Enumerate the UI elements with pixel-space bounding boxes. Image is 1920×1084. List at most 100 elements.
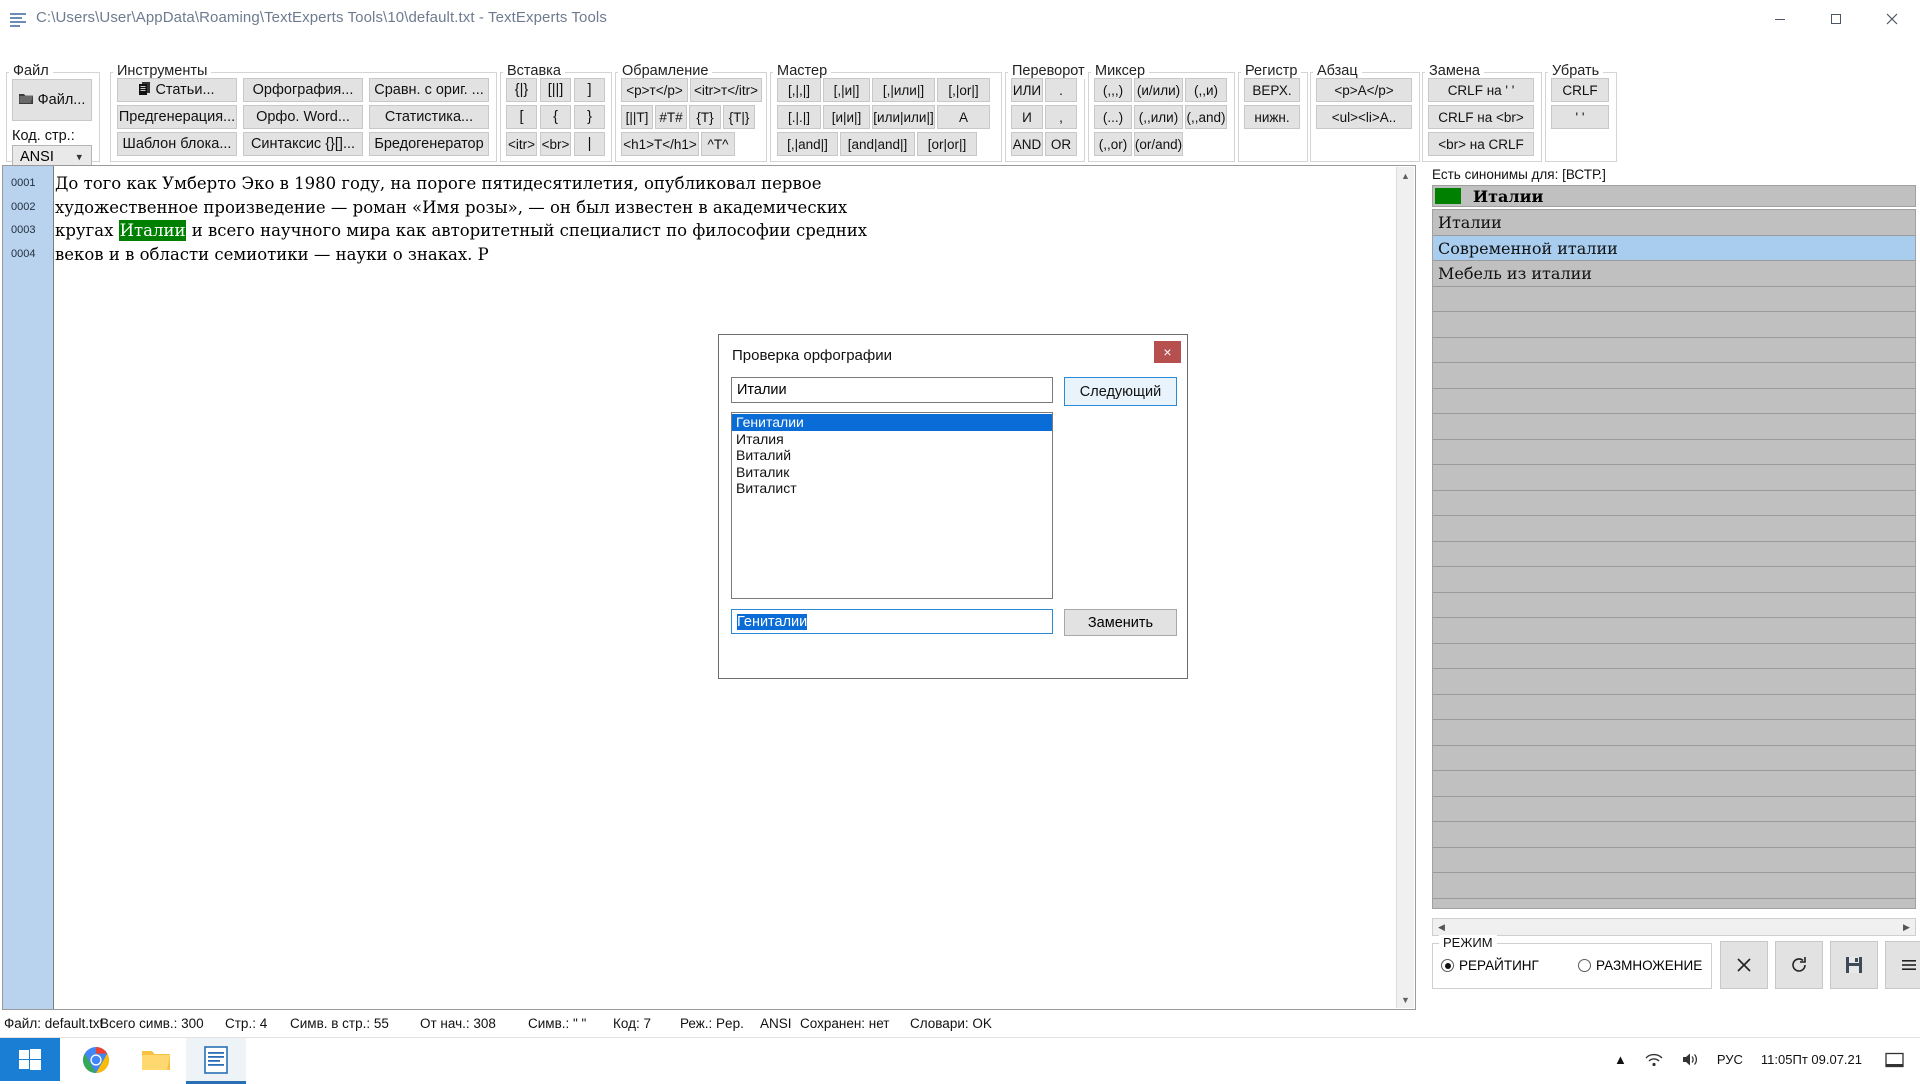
next-button[interactable]: Следующий bbox=[1064, 377, 1177, 406]
master-button-4[interactable]: [.|.|] bbox=[777, 105, 821, 129]
flip-button-2[interactable]: И bbox=[1011, 105, 1043, 129]
synonym-item[interactable] bbox=[1433, 363, 1915, 389]
maximize-button[interactable] bbox=[1808, 0, 1864, 38]
synonym-item[interactable] bbox=[1433, 516, 1915, 542]
master-button-0[interactable]: [,|,|] bbox=[777, 78, 821, 102]
misspelled-word-input[interactable]: Италии bbox=[731, 377, 1053, 403]
suggestion-item[interactable]: Виталик bbox=[732, 464, 1052, 481]
tool-button-compare[interactable]: Сравн. с ориг. ... bbox=[369, 78, 489, 102]
synonym-item[interactable] bbox=[1433, 491, 1915, 516]
insert-button-4[interactable]: { bbox=[540, 105, 571, 129]
synonym-item[interactable] bbox=[1433, 567, 1915, 593]
master-button-6[interactable]: [или|или|] bbox=[872, 105, 935, 129]
replace-button-br-crlf[interactable]: <br> на CRLF bbox=[1428, 132, 1534, 156]
synonym-item[interactable] bbox=[1433, 593, 1915, 618]
close-action-button[interactable] bbox=[1720, 941, 1768, 989]
scroll-down-icon[interactable]: ▼ bbox=[1397, 991, 1414, 1008]
suggestions-list[interactable]: Гениталии Италия Виталий Виталик Виталист bbox=[731, 412, 1053, 599]
insert-button-2[interactable]: ] bbox=[574, 78, 605, 102]
synonym-item[interactable] bbox=[1433, 644, 1915, 669]
remove-button-crlf[interactable]: CRLF bbox=[1551, 78, 1609, 102]
suggestion-item[interactable]: Виталий bbox=[732, 447, 1052, 464]
paragraph-button-p[interactable]: <p>A</p> bbox=[1316, 78, 1412, 102]
flip-button-3[interactable]: , bbox=[1045, 105, 1077, 129]
scroll-up-icon[interactable]: ▲ bbox=[1397, 167, 1414, 184]
insert-button-3[interactable]: [ bbox=[506, 105, 537, 129]
suggestion-item[interactable]: Италия bbox=[732, 431, 1052, 448]
editor-line[interactable]: 0002 художественное произведение — роман… bbox=[3, 196, 1363, 220]
radio-multiplication[interactable]: РАЗМНОЖЕНИЕ bbox=[1578, 958, 1702, 973]
synonym-item[interactable] bbox=[1433, 465, 1915, 491]
scroll-left-icon[interactable]: ◀ bbox=[1433, 919, 1450, 935]
synonym-item[interactable] bbox=[1433, 695, 1915, 720]
mixer-button-7[interactable]: (or/and) bbox=[1134, 132, 1183, 156]
synonym-item[interactable] bbox=[1433, 771, 1915, 797]
replace-button-crlf-br[interactable]: CRLF на <br> bbox=[1428, 105, 1534, 129]
close-button[interactable] bbox=[1864, 0, 1920, 38]
save-action-button[interactable] bbox=[1830, 941, 1878, 989]
radio-rewriting[interactable]: РЕРАЙТИНГ bbox=[1441, 958, 1539, 973]
editor-line[interactable]: 0003 кругах Италии и всего научного мира… bbox=[3, 219, 1363, 243]
tool-button-block-template[interactable]: Шаблон блока... bbox=[117, 132, 237, 156]
master-button-10[interactable]: [or|or|] bbox=[917, 132, 977, 156]
open-file-button[interactable]: Файл... bbox=[12, 79, 92, 121]
replace-button[interactable]: Заменить bbox=[1064, 609, 1177, 636]
tool-button-spelling[interactable]: Орфография... bbox=[243, 78, 363, 102]
replacement-input[interactable]: Гениталии bbox=[731, 609, 1053, 634]
synonym-item[interactable] bbox=[1433, 746, 1915, 771]
synonym-item[interactable] bbox=[1433, 542, 1915, 567]
case-button-upper[interactable]: ВЕРХ. bbox=[1244, 78, 1300, 102]
synonym-item[interactable] bbox=[1433, 414, 1915, 440]
synonym-item[interactable] bbox=[1433, 848, 1915, 873]
menu-action-button[interactable] bbox=[1885, 941, 1920, 989]
synonym-item[interactable] bbox=[1433, 822, 1915, 848]
synonyms-list[interactable]: Италии Современной италии Мебель из италии bbox=[1432, 209, 1916, 909]
mixer-button-1[interactable]: (и/или) bbox=[1134, 78, 1183, 102]
text-editor[interactable]: 0001 До того как Умберто Эко в 1980 году… bbox=[2, 165, 1416, 1010]
synonym-item[interactable]: Современной италии bbox=[1433, 235, 1915, 261]
suggestion-item[interactable]: Виталист bbox=[732, 480, 1052, 497]
tool-button-syntax[interactable]: Синтаксис {}[]... bbox=[243, 132, 363, 156]
editor-line[interactable]: 0004 веков и в области семиотики — науки… bbox=[3, 243, 1363, 267]
tool-button-statistics[interactable]: Статистика... bbox=[369, 105, 489, 129]
editor-vertical-scrollbar[interactable]: ▲ ▼ bbox=[1396, 167, 1414, 1008]
master-button-7[interactable]: А bbox=[937, 105, 990, 129]
synonym-item[interactable] bbox=[1433, 720, 1915, 746]
mixer-button-3[interactable]: (...) bbox=[1094, 105, 1132, 129]
mixer-button-4[interactable]: (,,или) bbox=[1134, 105, 1183, 129]
tool-button-articles[interactable]: Статьи... bbox=[117, 78, 237, 102]
start-button[interactable] bbox=[0, 1038, 60, 1081]
clock[interactable]: 11:05 Пт 09.07.21 bbox=[1761, 1052, 1862, 1067]
editor-line[interactable]: 0001 До того как Умберто Эко в 1980 году… bbox=[3, 172, 1363, 196]
taskbar-browser-icon[interactable] bbox=[66, 1038, 126, 1081]
frame-button-4[interactable]: {Т} bbox=[689, 105, 721, 129]
insert-button-5[interactable]: } bbox=[574, 105, 605, 129]
insert-button-0[interactable]: {|} bbox=[506, 78, 537, 102]
mixer-button-5[interactable]: (,,and) bbox=[1185, 105, 1227, 129]
synonym-item[interactable]: Мебель из италии bbox=[1433, 261, 1915, 287]
insert-button-1[interactable]: [||] bbox=[540, 78, 571, 102]
frame-button-3[interactable]: #Т# bbox=[655, 105, 687, 129]
frame-button-5[interactable]: {Т|} bbox=[723, 105, 755, 129]
tool-button-pregeneration[interactable]: Предгенерация... bbox=[117, 105, 237, 129]
mixer-button-0[interactable]: (,,,) bbox=[1094, 78, 1132, 102]
flip-button-4[interactable]: AND bbox=[1011, 132, 1043, 156]
flip-button-0[interactable]: ИЛИ bbox=[1011, 78, 1043, 102]
master-button-5[interactable]: [и|и|] bbox=[823, 105, 870, 129]
tray-expand-icon[interactable]: ▲ bbox=[1614, 1052, 1627, 1067]
tool-button-nonsense-generator[interactable]: Бредогенератор bbox=[369, 132, 489, 156]
frame-button-0[interactable]: <p>т</p> bbox=[621, 78, 688, 102]
minimize-button[interactable] bbox=[1752, 0, 1808, 38]
synonyms-horizontal-scrollbar[interactable]: ◀ ▶ bbox=[1432, 918, 1916, 936]
synonym-item[interactable] bbox=[1433, 389, 1915, 414]
synonym-item[interactable] bbox=[1433, 797, 1915, 822]
flip-button-5[interactable]: OR bbox=[1045, 132, 1077, 156]
insert-button-7[interactable]: <br> bbox=[540, 132, 571, 156]
language-indicator[interactable]: РУС bbox=[1717, 1052, 1743, 1067]
insert-button-8[interactable]: | bbox=[574, 132, 605, 156]
synonym-item[interactable] bbox=[1433, 873, 1915, 899]
synonym-item[interactable] bbox=[1433, 338, 1915, 363]
synonym-item[interactable] bbox=[1433, 618, 1915, 644]
synonym-item[interactable] bbox=[1433, 440, 1915, 465]
suggestion-item[interactable]: Гениталии bbox=[732, 414, 1052, 431]
